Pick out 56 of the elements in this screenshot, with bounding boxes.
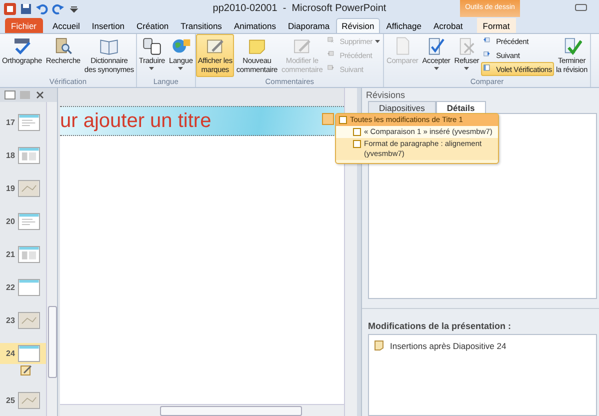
- ribbon-tab[interactable]: Diaporama: [282, 18, 336, 33]
- caret-icon: [149, 66, 154, 70]
- slide-number: 20: [6, 217, 16, 226]
- spellcheck-icon: [12, 36, 32, 56]
- pane-title: Révisions: [365, 88, 406, 101]
- redo-icon[interactable]: [52, 2, 64, 14]
- slide-thumbnail[interactable]: [18, 312, 40, 329]
- ribbon-tab[interactable]: Transitions: [174, 18, 228, 33]
- slide-number: 23: [6, 316, 16, 325]
- slide-number: 18: [6, 151, 16, 160]
- book-magnifier-icon: [53, 36, 74, 56]
- slides-tab-icon[interactable]: [4, 90, 16, 100]
- caret-icon: [434, 66, 439, 70]
- checkbox[interactable]: [353, 140, 361, 148]
- caret-icon: [464, 66, 470, 70]
- slide-number: 19: [6, 184, 16, 193]
- checkbox[interactable]: [353, 128, 361, 136]
- slide-number: 25: [6, 396, 16, 405]
- scrollbar-thumb[interactable]: [160, 406, 302, 416]
- slide-thumbnail[interactable]: [18, 279, 40, 296]
- ribbon-tab[interactable]: Accueil: [46, 18, 86, 33]
- app-logo-icon: [4, 2, 16, 14]
- caret-icon: [375, 40, 380, 42]
- slide-thumbnail[interactable]: [18, 147, 40, 164]
- undo-icon[interactable]: [36, 2, 48, 14]
- window-title: pp2010-02001 - Microsoft PowerPoint: [212, 3, 386, 14]
- caret-icon: [178, 66, 184, 70]
- slide-thumbnail[interactable]: [18, 213, 40, 230]
- ribbon-tab[interactable]: Insertion: [86, 18, 131, 33]
- close-icon[interactable]: [34, 90, 46, 100]
- ribbon-tab[interactable]: Création: [130, 18, 175, 33]
- minimize-ribbon-icon[interactable]: [575, 4, 587, 11]
- slide-thumbnail[interactable]: [18, 114, 40, 131]
- revision-marker[interactable]: [322, 113, 334, 125]
- slide-thumbnail[interactable]: [18, 392, 40, 409]
- save-icon[interactable]: [20, 2, 32, 14]
- change-item[interactable]: Insertions après Diapositive 24: [374, 340, 506, 351]
- ribbon-tab[interactable]: Fichier: [5, 18, 43, 33]
- section-heading: Modifications de la présentation :: [367, 321, 512, 331]
- slide-number: 17: [6, 118, 16, 127]
- slide-number: 21: [6, 250, 16, 259]
- document-check-icon: [426, 36, 446, 56]
- ribbon-tab[interactable]: Affichage: [380, 18, 428, 33]
- slide-number: 22: [6, 283, 16, 292]
- scrollbar-thumb[interactable]: [48, 306, 56, 378]
- slide-thumbnail[interactable]: [18, 246, 40, 263]
- ribbon-tab[interactable]: Animations: [228, 18, 282, 33]
- pane-tab[interactable]: Diapositives: [368, 101, 436, 113]
- note-icon: [374, 340, 384, 351]
- slide-thumbnail[interactable]: [18, 345, 40, 362]
- pane-tab[interactable]: Détails: [436, 101, 486, 113]
- ribbon-tab[interactable]: Révision: [336, 18, 380, 33]
- ribbon-tab[interactable]: Format: [476, 18, 516, 33]
- slide-thumbnail[interactable]: [18, 180, 40, 197]
- slide-number: 24: [6, 349, 16, 358]
- checkbox[interactable]: [339, 116, 347, 124]
